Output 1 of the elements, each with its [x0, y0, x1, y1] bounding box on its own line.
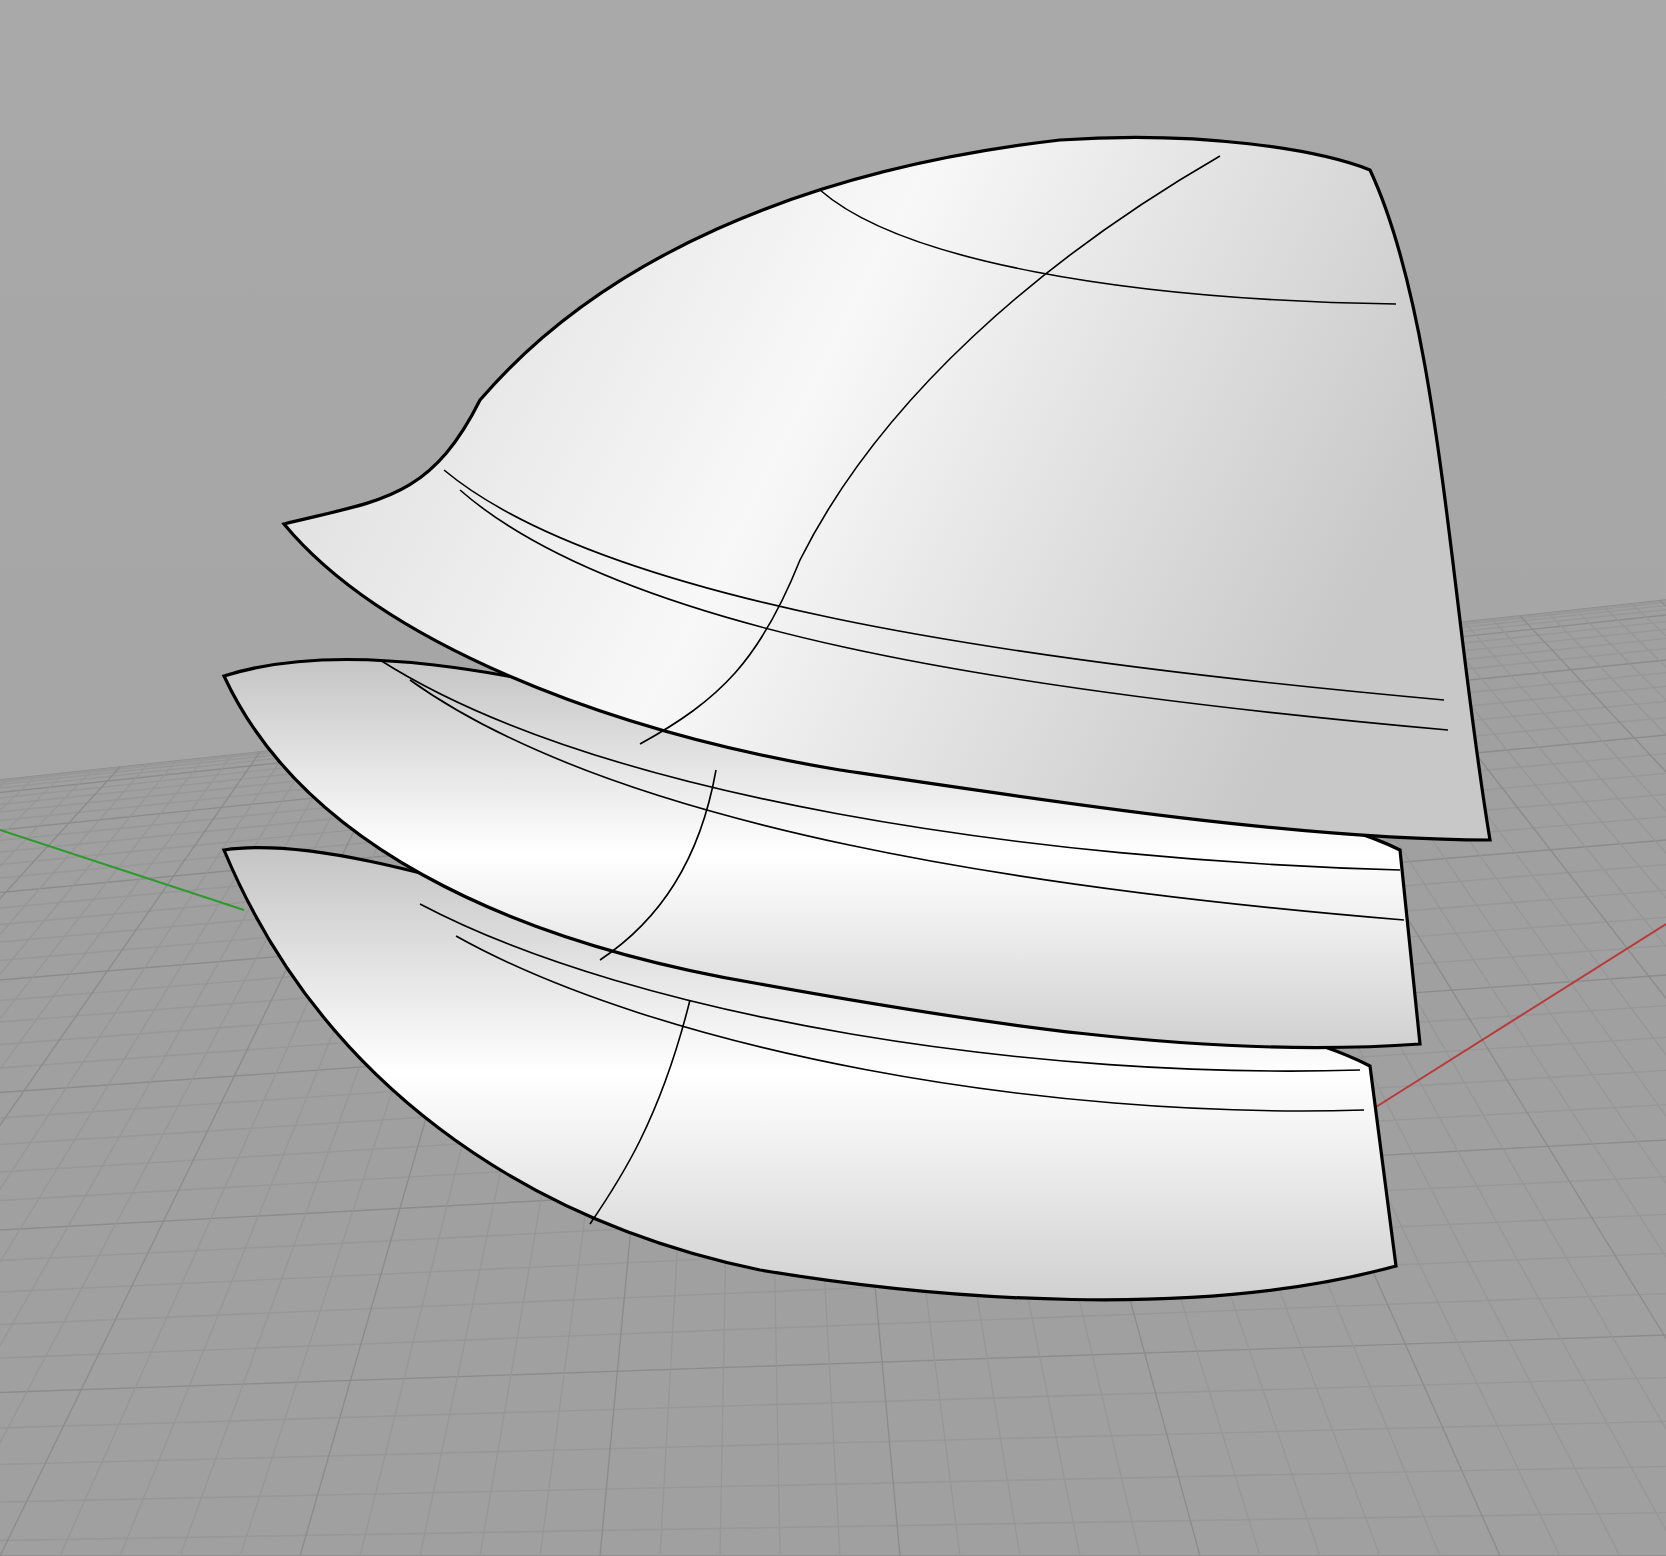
surface-model-drawing[interactable] — [222, 135, 1492, 1302]
